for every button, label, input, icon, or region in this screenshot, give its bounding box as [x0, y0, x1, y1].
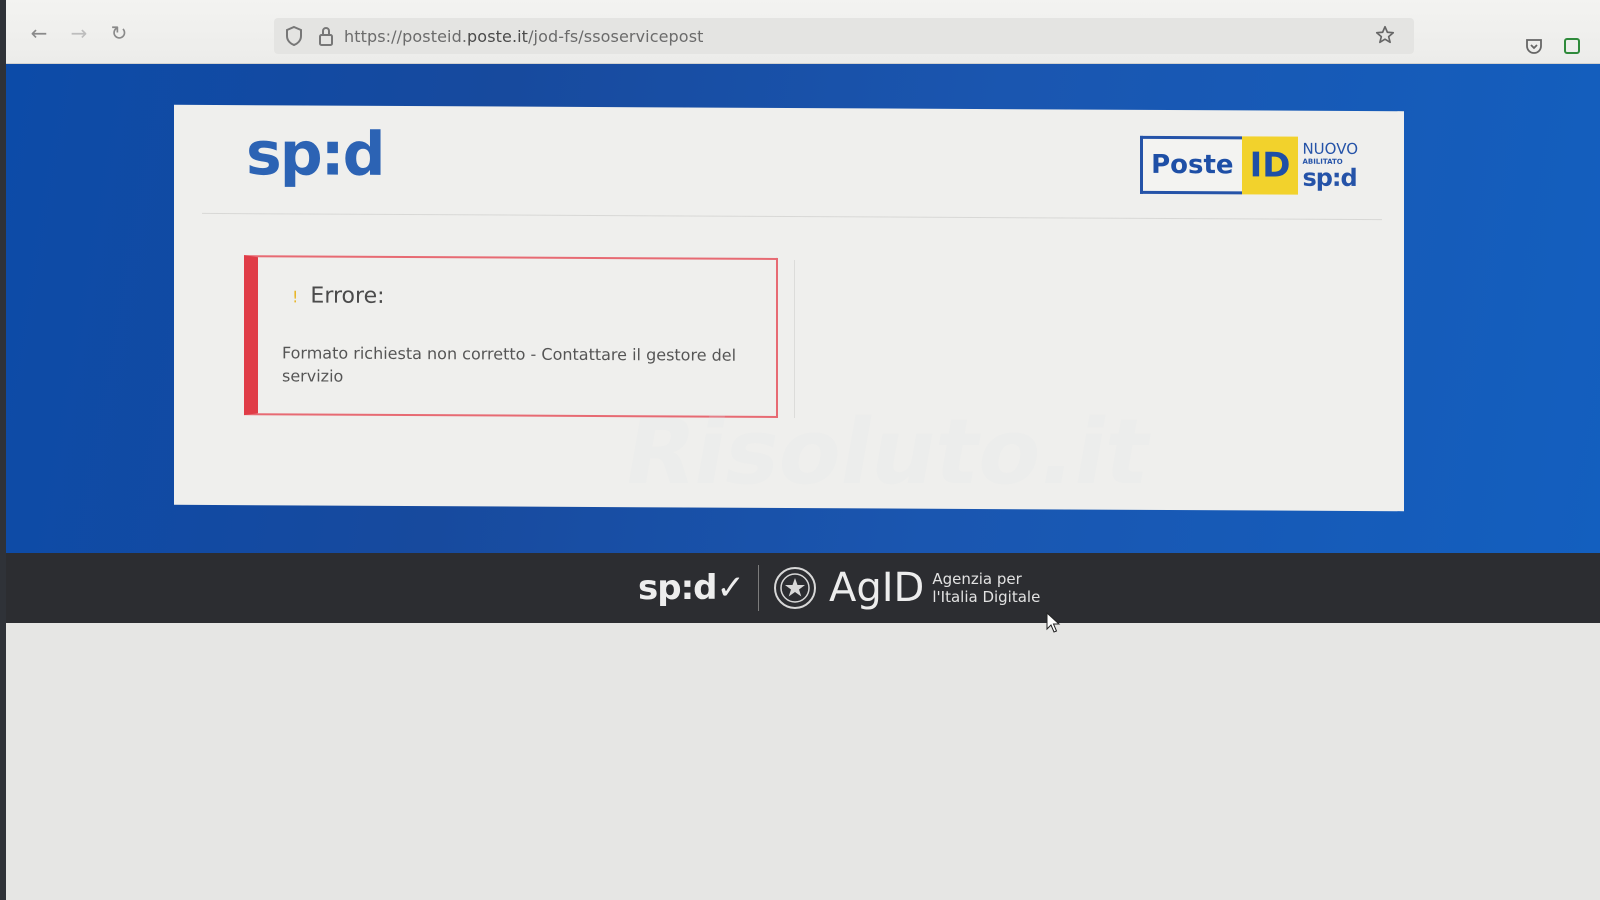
forward-arrow-icon[interactable]: → — [66, 20, 92, 46]
mouse-cursor-icon — [1046, 612, 1061, 633]
footer-agency-name: Agenzia per l'Italia Digitale — [932, 570, 1040, 606]
screen: ← → ↻ https://posteid.poste.it/jod-fs/ss… — [6, 0, 1600, 900]
bookmark-star-icon[interactable] — [1374, 24, 1398, 48]
url-path: /jod-fs/ssoservicepost — [528, 27, 704, 46]
url-domain: poste.it — [467, 27, 529, 46]
posteid-spid: sp:d — [1302, 163, 1357, 192]
error-title-text: Errore: — [310, 283, 385, 309]
footer-agency-line2: l'Italia Digitale — [932, 588, 1041, 606]
header-divider — [202, 212, 1382, 221]
posteid-id-text: ID — [1241, 136, 1299, 195]
footer-agid-logo: AgID — [829, 565, 925, 611]
browser-toolbar: ← → ↻ https://posteid.poste.it/jod-fs/ss… — [6, 0, 1600, 64]
pocket-icon[interactable] — [1524, 36, 1546, 58]
footer-separator — [758, 565, 759, 611]
warning-icon: ! — [292, 287, 299, 307]
spid-logo: sp:d — [246, 119, 384, 190]
url-text[interactable]: https://posteid.poste.it/jod-fs/ssoservi… — [344, 27, 704, 46]
posteid-poste-text: Poste — [1140, 135, 1242, 195]
content-divider — [794, 260, 795, 419]
italian-republic-emblem-icon — [774, 567, 816, 609]
posteid-badge: NUOVO ABILITATO sp:d — [1298, 137, 1358, 195]
footer-agency-line1: Agenzia per — [932, 570, 1022, 588]
back-arrow-icon[interactable]: ← — [26, 20, 52, 46]
url-prefix: https://posteid. — [344, 27, 468, 46]
url-bar[interactable]: https://posteid.poste.it/jod-fs/ssoservi… — [274, 18, 1414, 54]
error-alert: ! Errore: Formato richiesta non corretto … — [244, 255, 778, 418]
reload-icon[interactable]: ↻ — [106, 20, 132, 46]
error-title: ! Errore: — [292, 283, 385, 308]
lock-icon[interactable] — [314, 24, 338, 48]
page-lower-area — [6, 623, 1600, 900]
extension-icon[interactable] — [1562, 36, 1584, 58]
posteid-logo: Poste ID NUOVO ABILITATO sp:d — [1140, 135, 1358, 195]
shield-icon[interactable] — [282, 24, 306, 48]
error-message: Formato richiesta non corretto - Contatt… — [282, 343, 737, 386]
footer: sp:d✓ AgID Agenzia per l'Italia Digitale — [6, 553, 1600, 623]
posteid-nuovo: NUOVO — [1302, 139, 1358, 158]
watermark: Risoluto.it — [616, 400, 1159, 505]
footer-spid-logo: sp:d✓ — [638, 568, 745, 608]
footer-logos: sp:d✓ AgID Agenzia per l'Italia Digitale — [638, 563, 1040, 613]
